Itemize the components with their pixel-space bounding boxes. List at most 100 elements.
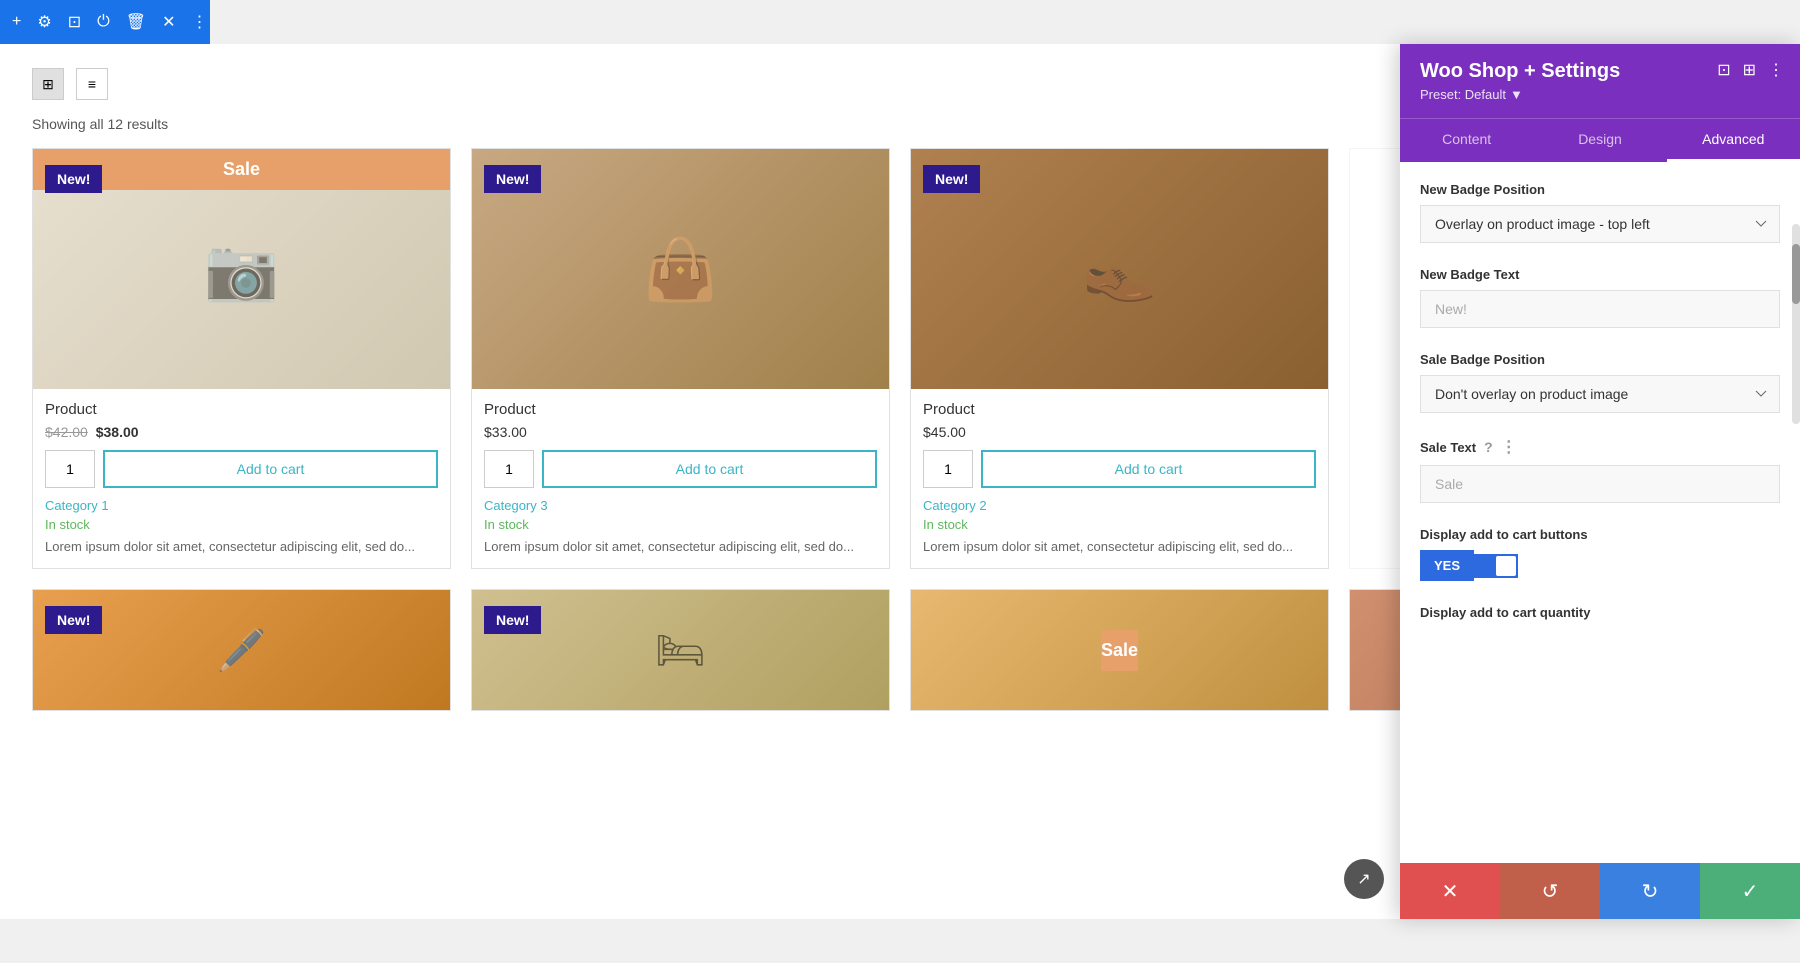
price-regular: $45.00	[923, 424, 966, 440]
panel-body: New Badge Position Overlay on product im…	[1400, 162, 1800, 664]
product-image: New! 🖊️	[33, 590, 450, 710]
tab-content[interactable]: Content	[1400, 119, 1533, 162]
panel-preset[interactable]: Preset: Default ▼	[1420, 87, 1780, 102]
product-image: New! 🛏	[472, 590, 889, 710]
new-badge-text-input[interactable]	[1420, 290, 1780, 328]
grid-view-button[interactable]: ⊞	[32, 68, 64, 100]
field-display-add-to-cart: Display add to cart buttons YES	[1420, 527, 1780, 581]
product-description: Lorem ipsum dolor sit amet, consectetur …	[484, 538, 877, 556]
product-image-placeholder: 🛏	[655, 627, 706, 674]
add-to-cart-button[interactable]: Add to cart	[103, 450, 438, 488]
sale-text-input[interactable]	[1420, 465, 1780, 503]
product-name: Product	[484, 401, 877, 418]
more-icon[interactable]: ⋮	[191, 12, 207, 32]
sale-text-more-icon[interactable]: ⋮	[1501, 437, 1517, 457]
add-to-cart-button[interactable]: Add to cart	[542, 450, 877, 488]
new-badge-position-select[interactable]: Overlay on product image - top left Don'…	[1420, 205, 1780, 243]
stock-status: In stock	[484, 517, 877, 532]
tab-advanced[interactable]: Advanced	[1667, 119, 1800, 162]
product-description: Lorem ipsum dolor sit amet, consectetur …	[923, 538, 1316, 556]
price-regular: $33.00	[484, 424, 527, 440]
toggle-yes-label[interactable]: YES	[1420, 550, 1474, 581]
field-new-badge-text: New Badge Text	[1420, 267, 1780, 328]
add-to-cart-row: Add to cart	[484, 450, 877, 488]
field-display-add-to-cart-qty: Display add to cart quantity	[1420, 605, 1780, 620]
fullscreen-icon[interactable]: ⊡	[1717, 60, 1730, 80]
product-image-placeholder: 👞	[1082, 234, 1157, 305]
product-card-bottom: New! 🛏	[471, 589, 890, 711]
sale-text-help-icon[interactable]: ?	[1484, 439, 1493, 455]
field-label-new-badge-text: New Badge Text	[1420, 267, 1780, 282]
price-new: $38.00	[96, 424, 139, 440]
add-to-cart-row: Add to cart	[923, 450, 1316, 488]
stock-status: In stock	[923, 517, 1316, 532]
product-image: Sale	[911, 590, 1328, 710]
product-price: $45.00	[923, 424, 1316, 440]
top-toolbar: + ⚙ ⊡ ⏻ 🗑 ✕ ⋮	[0, 0, 210, 44]
close-icon[interactable]: ✕	[162, 12, 175, 32]
product-card: New! 👞 Product $45.00 Add to cart Catego…	[910, 148, 1329, 569]
new-badge: New!	[45, 606, 102, 634]
category-link[interactable]: Category 2	[923, 498, 1316, 513]
quantity-input[interactable]	[923, 450, 973, 488]
sale-badge: Sale	[1101, 630, 1138, 671]
field-label-sale-badge-position: Sale Badge Position	[1420, 352, 1780, 367]
sale-badge-position-select[interactable]: Don't overlay on product image Overlay o…	[1420, 375, 1780, 413]
quantity-input[interactable]	[484, 450, 534, 488]
scrollbar[interactable]	[1792, 224, 1800, 424]
product-card: New! 👜 Product $33.00 Add to cart Catego…	[471, 148, 890, 569]
product-name: Product	[45, 401, 438, 418]
add-to-cart-button[interactable]: Add to cart	[981, 450, 1316, 488]
power-icon[interactable]: ⏻	[97, 13, 110, 31]
settings-icon[interactable]: ⚙	[37, 12, 51, 32]
settings-panel: Woo Shop + Settings Preset: Default ▼ ⊡ …	[1400, 44, 1800, 919]
product-price: $33.00	[484, 424, 877, 440]
product-info: Product $42.00 $38.00 Add to cart Catego…	[33, 389, 450, 568]
new-badge: New!	[923, 165, 980, 193]
redo-button[interactable]: ↻	[1600, 863, 1700, 919]
category-link[interactable]: Category 1	[45, 498, 438, 513]
field-sale-text: Sale Text ? ⋮	[1420, 437, 1780, 503]
add-icon[interactable]: +	[12, 13, 21, 31]
panel-actions: ✕ ↺ ↻ ✓	[1400, 863, 1800, 919]
field-label-sale-text: Sale Text ? ⋮	[1420, 437, 1780, 457]
list-view-button[interactable]: ≡	[76, 68, 108, 100]
product-card-bottom: Sale	[910, 589, 1329, 711]
add-to-cart-row: Add to cart	[45, 450, 438, 488]
floating-action-button[interactable]: ↗	[1344, 859, 1384, 899]
product-image-placeholder: 👜	[643, 234, 718, 305]
product-info: Product $45.00 Add to cart Category 2 In…	[911, 389, 1328, 568]
product-image: New! 👜	[472, 149, 889, 389]
save-button[interactable]: ✓	[1700, 863, 1800, 919]
field-label-display-add-to-cart-qty: Display add to cart quantity	[1420, 605, 1780, 620]
panel-more-icon[interactable]: ⋮	[1768, 60, 1784, 80]
scrollbar-thumb	[1792, 244, 1800, 304]
product-price: $42.00 $38.00	[45, 424, 438, 440]
panel-tabs: Content Design Advanced	[1400, 118, 1800, 162]
split-icon[interactable]: ⊞	[1743, 60, 1756, 80]
product-image-placeholder: 🖊️	[217, 627, 267, 674]
layout-icon[interactable]: ⊡	[68, 12, 81, 32]
field-label-new-badge-position: New Badge Position	[1420, 182, 1780, 197]
product-card-bottom: New! 🖊️	[32, 589, 451, 711]
category-link[interactable]: Category 3	[484, 498, 877, 513]
add-to-cart-toggle-row: YES	[1420, 550, 1780, 581]
cancel-button[interactable]: ✕	[1400, 863, 1500, 919]
undo-button[interactable]: ↺	[1500, 863, 1600, 919]
price-old: $42.00	[45, 424, 88, 440]
new-badge: New!	[484, 165, 541, 193]
new-badge: New!	[45, 165, 102, 193]
product-image: New! 👞	[911, 149, 1328, 389]
panel-header: Woo Shop + Settings Preset: Default ▼ ⊡ …	[1400, 44, 1800, 118]
stock-status: In stock	[45, 517, 438, 532]
field-label-display-add-to-cart: Display add to cart buttons	[1420, 527, 1780, 542]
trash-icon[interactable]: 🗑	[126, 12, 146, 32]
panel-header-wrapper: Woo Shop + Settings Preset: Default ▼ ⊡ …	[1400, 44, 1800, 162]
product-name: Product	[923, 401, 1316, 418]
quantity-input[interactable]	[45, 450, 95, 488]
new-badge: New!	[484, 606, 541, 634]
product-info: Product $33.00 Add to cart Category 3 In…	[472, 389, 889, 568]
field-sale-badge-position: Sale Badge Position Don't overlay on pro…	[1420, 352, 1780, 413]
add-to-cart-toggle[interactable]	[1474, 554, 1518, 578]
tab-design[interactable]: Design	[1533, 119, 1666, 162]
